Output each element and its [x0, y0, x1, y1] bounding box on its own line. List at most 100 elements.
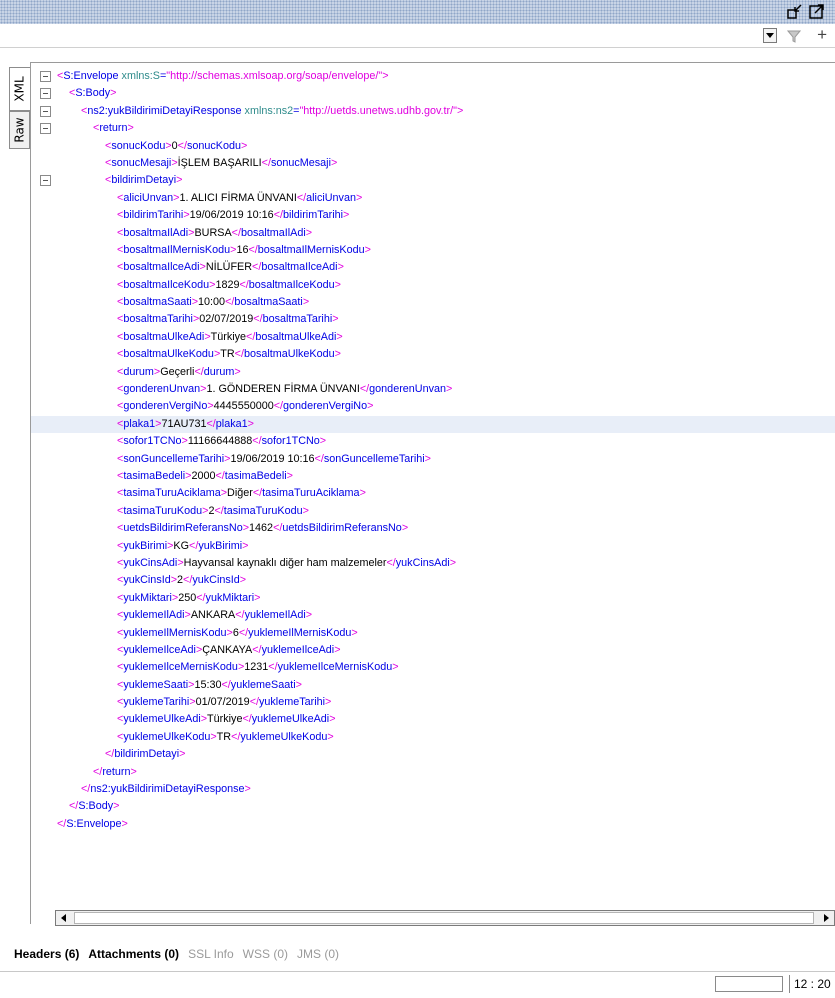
tag-name: tasimaTuruAciklama: [123, 487, 221, 500]
tab-wss[interactable]: WSS (0): [243, 947, 288, 965]
element-value: 16: [236, 243, 249, 256]
xml-line-field: <yukCinsAdi>Hayvansal kaynaklı diğer ham…: [117, 556, 457, 569]
tag-name: uetdsBildirimReferansNo: [282, 522, 402, 535]
element-value: İŞLEM BAŞARILI: [177, 156, 262, 169]
fold-toggle-icon[interactable]: [40, 88, 51, 100]
element-value: Geçerli: [160, 365, 195, 378]
tag-name: S:Envelope: [66, 817, 122, 830]
tag-name: bosaltmaTarihi: [123, 313, 193, 326]
xml-line-body-close: </S:Body>: [69, 800, 120, 813]
xml-line-field: <bosaltmaSaati>10:00</bosaltmaSaati>: [117, 296, 310, 309]
xml-line-field: <bosaltmaUlkeKodu>TR</bosaltmaUlkeKodu>: [117, 348, 341, 361]
tag-name: yukCinsAdi: [123, 556, 178, 569]
element-value: 1462: [249, 522, 274, 535]
tag-name: bosaltmaUlkeKodu: [123, 348, 214, 361]
element-value: 19/06/2019 10:16: [189, 209, 274, 222]
element-value: 1231: [244, 661, 269, 674]
xml-line-sonucMesaji: <sonucMesaji>İŞLEM BAŞARILI</sonucMesaji…: [105, 156, 338, 169]
tag-name: bosaltmaUlkeKodu: [243, 348, 335, 361]
tag-name: yuklemeTarihi: [123, 696, 190, 709]
fold-toggle-icon[interactable]: [40, 105, 51, 117]
tag-name: sofor1TCNo: [261, 435, 320, 448]
tab-raw-label: Raw: [12, 117, 27, 143]
xml-line-return-open: <return>: [31, 120, 835, 137]
fold-toggle-icon[interactable]: [40, 71, 51, 82]
xml-line-return-close: </return>: [93, 765, 137, 778]
shrink-icon[interactable]: [787, 3, 803, 19]
tag-name: tasimaTuruKodu: [223, 504, 303, 517]
element-value: 4445550000: [213, 400, 274, 413]
tag-name: bildirimTarihi: [123, 209, 184, 222]
element-value: 250: [178, 591, 197, 604]
tag-name: aliciUnvan: [123, 191, 174, 204]
tag-name: yuklemeIlMernisKodu: [248, 626, 352, 639]
element-value: 02/07/2019: [199, 313, 254, 326]
tag-name: bosaltmaTarihi: [262, 313, 333, 326]
element-value: 10:00: [198, 296, 226, 309]
xml-line-field: <bildirimTarihi>19/06/2019 10:16</bildir…: [117, 209, 350, 222]
tag-name: yukMiktari: [123, 591, 172, 604]
filter-icon[interactable]: [787, 29, 801, 43]
xml-line-field: <sofor1TCNo>11166644888</sofor1TCNo>: [117, 435, 327, 448]
view-dropdown[interactable]: [763, 28, 777, 43]
xml-lines: <S:Envelope xmlns:S="http://schemas.xmls…: [31, 68, 835, 833]
horizontal-scrollbar[interactable]: [55, 910, 835, 926]
tab-xml-label: XML: [13, 76, 28, 102]
add-button[interactable]: +: [817, 26, 827, 44]
tag-name: S:Envelope: [63, 70, 119, 82]
element-value: TR: [216, 730, 232, 743]
xml-line-field: <bosaltmaUlkeAdi>Türkiye</bosaltmaUlkeAd…: [117, 330, 343, 343]
tag-name: gonderenUnvan: [369, 383, 447, 396]
tag-name: bosaltmaUlkeAdi: [255, 330, 337, 343]
expand-icon[interactable]: [809, 3, 825, 19]
fold-toggle-icon[interactable]: [40, 175, 51, 187]
status-field: [715, 976, 783, 992]
element-value: 15:30: [194, 678, 222, 691]
response-tabs: Headers (6) Attachments (0) SSL Info WSS…: [14, 947, 339, 965]
tag-name: bosaltmaIlceAdi: [261, 261, 338, 274]
tab-raw[interactable]: Raw: [9, 111, 30, 149]
element-value: 2000: [191, 469, 216, 482]
tab-ssl-info[interactable]: SSL Info: [188, 947, 234, 965]
xml-line-detay-close: </bildirimDetayi>: [105, 748, 186, 761]
tag-name: gonderenVergiNo: [283, 400, 368, 413]
xml-line-field: <gonderenUnvan>1. GÖNDEREN FİRMA ÜNVANI<…: [117, 383, 453, 396]
fold-toggle-icon[interactable]: [40, 123, 51, 135]
xml-line-response-close: </ns2:yukBildirimiDetayiResponse>: [81, 783, 251, 796]
element-value: Hayvansal kaynaklı diğer ham malzemeler: [183, 556, 387, 569]
tag-name: tasimaBedeli: [224, 469, 287, 482]
xml-line-field: <uetdsBildirimReferansNo>1462</uetdsBild…: [117, 522, 409, 535]
tag-name: yuklemeIlAdi: [244, 609, 306, 622]
tag-name: bosaltmaIlceKodu: [123, 278, 210, 291]
attr-name: xmlns:ns2: [244, 104, 294, 117]
tag-name: return: [102, 765, 131, 778]
xml-line-field: <bosaltmaIlAdi>BURSA</bosaltmaIlAdi>: [117, 226, 313, 239]
xml-line-body-open: <S:Body>: [31, 85, 835, 102]
tab-xml[interactable]: XML: [9, 67, 30, 111]
xml-line-field: <plaka1>71AU731</plaka1>: [31, 415, 835, 434]
tag-name: bosaltmaIlceKodu: [248, 278, 335, 291]
tag-name: bildirimTarihi: [283, 209, 343, 222]
tag-name: yuklemeIlceMernisKodu: [123, 661, 238, 674]
tag-name: yukMiktari: [205, 591, 255, 604]
xml-line-field: <yuklemeUlkeKodu>TR</yuklemeUlkeKodu>: [117, 730, 334, 743]
xml-line-field: <yuklemeIlceAdi>ÇANKAYA</yuklemeIlceAdi>: [117, 643, 341, 656]
scroll-left-icon[interactable]: [61, 914, 66, 922]
tag-name: yukBirimi: [198, 539, 243, 552]
xml-editor[interactable]: <S:Envelope xmlns:S="http://schemas.xmls…: [30, 62, 835, 924]
element-value: 1. ALICI FİRMA ÜNVANI: [179, 191, 297, 204]
xml-line-field: <yuklemeIlAdi>ANKARA</yuklemeIlAdi>: [117, 609, 313, 622]
scrollbar-thumb[interactable]: [74, 912, 814, 924]
tag-name: yuklemeUlkeKodu: [240, 730, 328, 743]
tag-name: yuklemeSaati: [123, 678, 189, 691]
xml-line-field: <bosaltmaTarihi>02/07/2019</bosaltmaTari…: [117, 313, 339, 326]
element-value: 19/06/2019 10:16: [230, 452, 315, 465]
tag-name: durum: [203, 365, 235, 378]
xml-line-field: <yuklemeIlceMernisKodu>1231</yuklemeIlce…: [117, 661, 399, 674]
element-value: 1. GÖNDEREN FİRMA ÜNVANI: [206, 383, 360, 396]
tab-jms[interactable]: JMS (0): [297, 947, 339, 965]
cursor-position: 12 : 20: [794, 977, 831, 991]
tab-headers[interactable]: Headers (6): [14, 947, 79, 965]
tab-attachments[interactable]: Attachments (0): [88, 947, 179, 965]
scroll-right-icon[interactable]: [824, 914, 829, 922]
